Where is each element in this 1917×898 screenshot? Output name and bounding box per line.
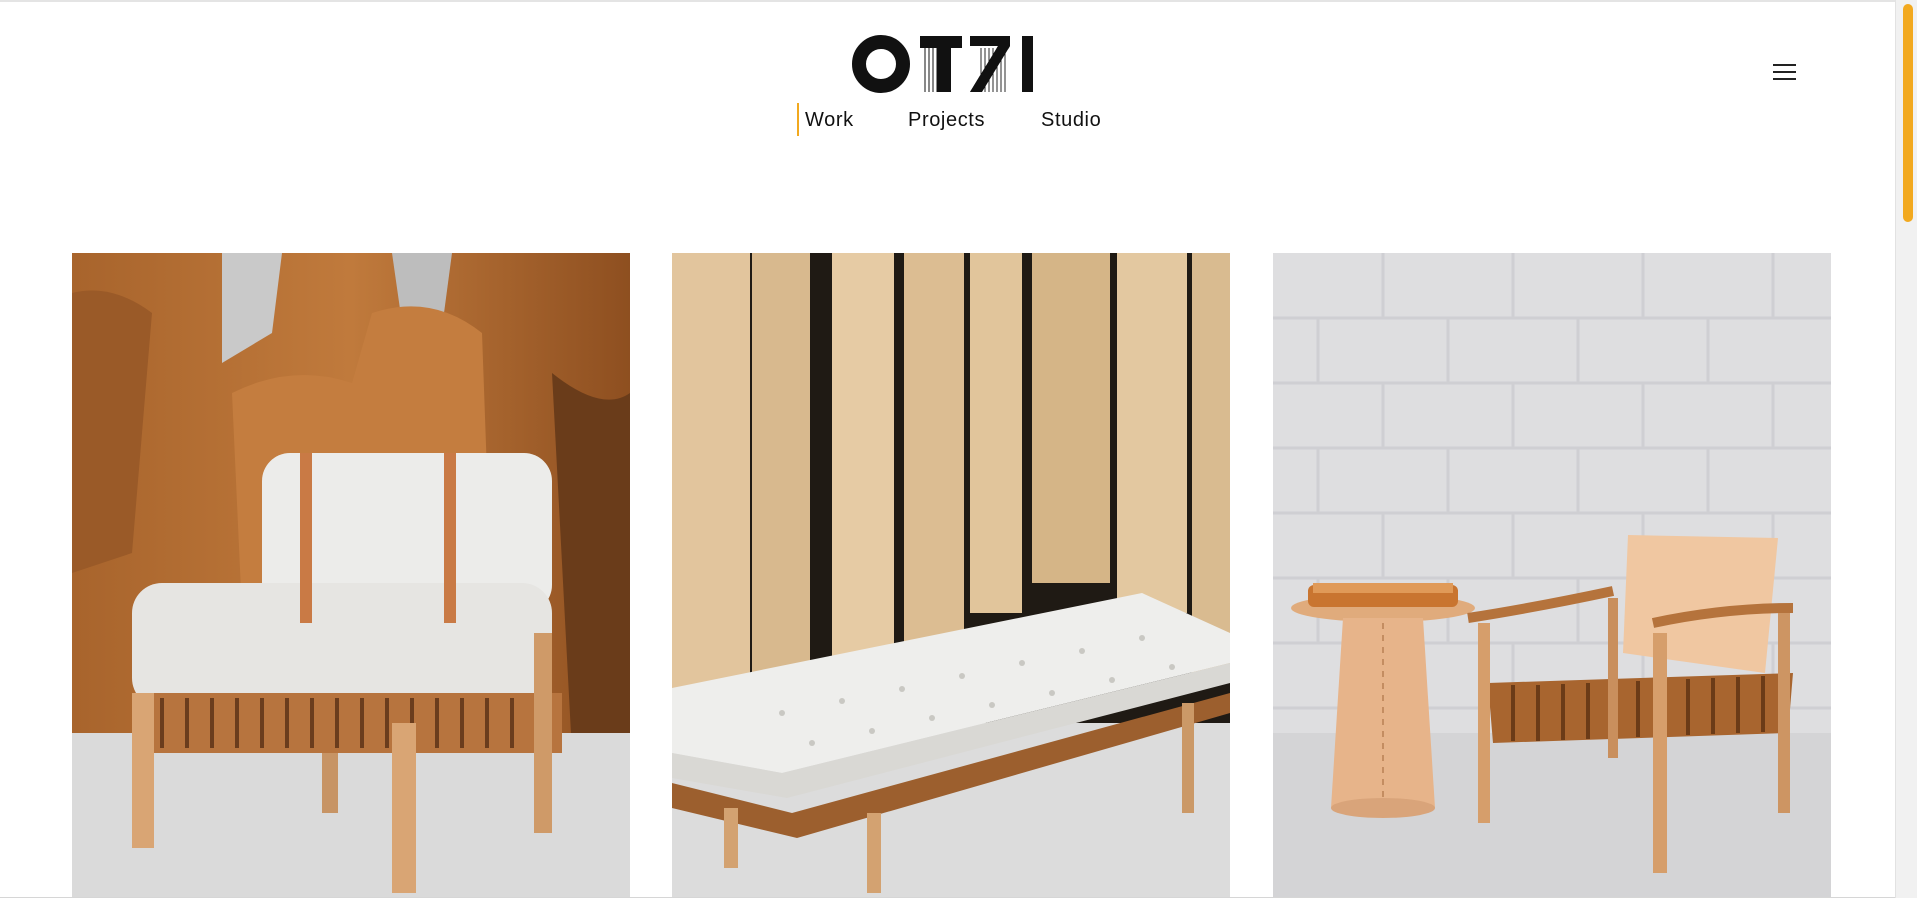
otzi-logo[interactable] xyxy=(852,34,1042,94)
scrollbar[interactable] xyxy=(1895,0,1917,898)
gallery-item-daybed[interactable] xyxy=(672,253,1230,898)
gallery-item-armchair-and-table[interactable] xyxy=(1273,253,1831,898)
nav-item-projects[interactable]: Projects xyxy=(908,103,985,137)
scrollbar-thumb[interactable] xyxy=(1903,4,1913,222)
main-nav: Work Projects Studio xyxy=(0,103,1896,137)
logo-mark xyxy=(852,35,1033,93)
nav-item-work[interactable]: Work xyxy=(805,103,854,137)
lounge-chair-image xyxy=(72,253,630,898)
top-border xyxy=(0,0,1896,2)
hamburger-menu-icon[interactable] xyxy=(1770,58,1800,88)
gallery-item-lounge-chair[interactable] xyxy=(72,253,630,898)
nav-item-studio[interactable]: Studio xyxy=(1041,103,1101,137)
armchair-image xyxy=(1273,253,1831,898)
daybed-image xyxy=(672,253,1230,898)
